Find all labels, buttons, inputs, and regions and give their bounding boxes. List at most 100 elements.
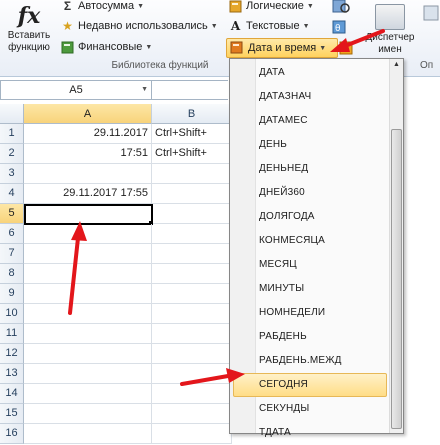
chevron-down-icon: ▼	[306, 2, 314, 10]
name-box[interactable]: A5 ▼	[0, 80, 152, 100]
menu-item-minute[interactable]: МИНУТЫ	[233, 277, 387, 301]
recent-functions-button[interactable]: ★ Недавно использовались ▼	[60, 17, 218, 35]
cell-a8[interactable]	[24, 264, 152, 284]
calendar-book-icon	[230, 41, 245, 56]
row-header-16[interactable]: 16	[0, 424, 24, 444]
row-header-13[interactable]: 13	[0, 364, 24, 384]
text-functions-button[interactable]: A Текстовые ▼	[228, 17, 310, 35]
row-header-2[interactable]: 2	[0, 144, 24, 164]
cell-b11[interactable]	[152, 324, 232, 344]
column-header-a[interactable]: A	[24, 104, 152, 124]
row-header-3[interactable]: 3	[0, 164, 24, 184]
row-header-7[interactable]: 7	[0, 244, 24, 264]
menu-item-now[interactable]: ТДАТА	[233, 421, 387, 445]
cell-a7[interactable]	[24, 244, 152, 264]
insert-function-button[interactable]: fx Вставить функцию	[2, 2, 56, 60]
cell-b7[interactable]	[152, 244, 232, 264]
menu-item-date[interactable]: ДАТА	[233, 61, 387, 85]
cell-a14[interactable]	[24, 384, 152, 404]
cell-b13[interactable]	[152, 364, 232, 384]
menu-item-workday[interactable]: РАБДЕНЬ	[233, 325, 387, 349]
row-header-14[interactable]: 14	[0, 384, 24, 404]
menu-item-datevalue[interactable]: ДАТАЗНАЧ	[233, 85, 387, 109]
menu-item-today[interactable]: СЕГОДНЯ	[233, 373, 387, 397]
cell-b12[interactable]	[152, 344, 232, 364]
cell-a4[interactable]: 29.11.2017 17:55	[24, 184, 152, 204]
autosum-button[interactable]: Σ Автосумма ▼	[60, 0, 144, 15]
menu-item-weekday[interactable]: ДЕНЬНЕД	[233, 157, 387, 181]
cell-a3[interactable]	[24, 164, 152, 184]
chevron-down-icon: ▼	[137, 2, 145, 10]
menu-item-month[interactable]: МЕСЯЦ	[233, 253, 387, 277]
menu-item-workday-intl[interactable]: РАБДЕНЬ.МЕЖД	[233, 349, 387, 373]
row-header-10[interactable]: 10	[0, 304, 24, 324]
cell-b10[interactable]	[152, 304, 232, 324]
cell-a5-selected[interactable]	[24, 204, 153, 225]
cell-a15[interactable]	[24, 404, 152, 424]
row-header-11[interactable]: 11	[0, 324, 24, 344]
cell-a9[interactable]	[24, 284, 152, 304]
cell-b16[interactable]	[152, 424, 232, 444]
menu-item-day[interactable]: ДЕНЬ	[233, 133, 387, 157]
svg-text:θ: θ	[335, 24, 341, 34]
row-header-1[interactable]: 1	[0, 124, 24, 144]
menu-item-eomonth[interactable]: КОНМЕСЯЦА	[233, 229, 387, 253]
cell-b8[interactable]	[152, 264, 232, 284]
row-header-5[interactable]: 5	[0, 204, 24, 224]
date-time-function-menu: ДАТА ДАТАЗНАЧ ДАТАМЕС ДЕНЬ ДЕНЬНЕД ДНЕЙ3…	[229, 58, 404, 438]
cell-a2[interactable]: 17:51	[24, 144, 152, 164]
insert-function-label-2: функцию	[8, 42, 50, 53]
cell-b4[interactable]	[152, 184, 232, 204]
date-time-label: Дата и время	[248, 42, 317, 54]
menu-item-second[interactable]: СЕКУНДЫ	[233, 397, 387, 421]
book-icon	[60, 40, 75, 55]
cell-b6[interactable]	[152, 224, 232, 244]
row-header-6[interactable]: 6	[0, 224, 24, 244]
cell-a12[interactable]	[24, 344, 152, 364]
cell-b15[interactable]	[152, 404, 232, 424]
row-header-9[interactable]: 9	[0, 284, 24, 304]
row-header-12[interactable]: 12	[0, 344, 24, 364]
row-header-8[interactable]: 8	[0, 264, 24, 284]
math-icon[interactable]: θ	[330, 18, 354, 36]
formula-input[interactable]	[152, 80, 228, 100]
scrollbar-thumb[interactable]	[391, 129, 402, 429]
chevron-down-icon: ▼	[145, 43, 153, 51]
financial-button[interactable]: Финансовые ▼	[60, 38, 152, 56]
lookup-icon[interactable]	[330, 0, 354, 16]
cell-a6[interactable]	[24, 224, 152, 244]
row-header-4[interactable]: 4	[0, 184, 24, 204]
cell-b14[interactable]	[152, 384, 232, 404]
menu-item-days360[interactable]: ДНЕЙ360	[233, 181, 387, 205]
cell-b5[interactable]	[153, 204, 232, 224]
cell-a10[interactable]	[24, 304, 152, 324]
date-time-button[interactable]: Дата и время ▼	[226, 38, 338, 58]
scroll-up-icon[interactable]: ▲	[390, 61, 403, 73]
cell-a16[interactable]	[24, 424, 152, 444]
cell-b3[interactable]	[152, 164, 232, 184]
cell-b9[interactable]	[152, 284, 232, 304]
name-manager-label-1: Диспетчер	[365, 32, 415, 43]
more-functions-icon[interactable]	[338, 40, 360, 58]
cell-b2[interactable]: Ctrl+Shift+	[152, 144, 232, 164]
name-manager-button[interactable]: Диспетчер имен	[362, 2, 418, 60]
menu-item-edate[interactable]: ДАТАМЕС	[233, 109, 387, 133]
insert-function-label-1: Вставить	[7, 30, 51, 41]
column-header-b[interactable]: B	[152, 104, 232, 124]
cell-a13[interactable]	[24, 364, 152, 384]
sigma-icon: Σ	[63, 0, 72, 13]
fx-icon: fx	[17, 3, 41, 29]
chevron-down-icon: ▼	[319, 44, 327, 52]
cell-a1[interactable]: 29.11.2017	[24, 124, 152, 144]
menu-scrollbar[interactable]: ▲	[389, 59, 403, 433]
menu-item-weeknum[interactable]: НОМНЕДЕЛИ	[233, 301, 387, 325]
cell-a11[interactable]	[24, 324, 152, 344]
cell-b1[interactable]: Ctrl+Shift+	[152, 124, 232, 144]
select-all-corner[interactable]	[0, 104, 24, 124]
name-manager-label-2: имен	[378, 44, 402, 55]
row-header-15[interactable]: 15	[0, 404, 24, 424]
chevron-down-icon[interactable]: ▼	[141, 81, 148, 99]
menu-item-yearfrac[interactable]: ДОЛЯГОДА	[233, 205, 387, 229]
logical-button[interactable]: Логические ▼	[228, 0, 314, 15]
star-icon: ★	[62, 19, 73, 33]
